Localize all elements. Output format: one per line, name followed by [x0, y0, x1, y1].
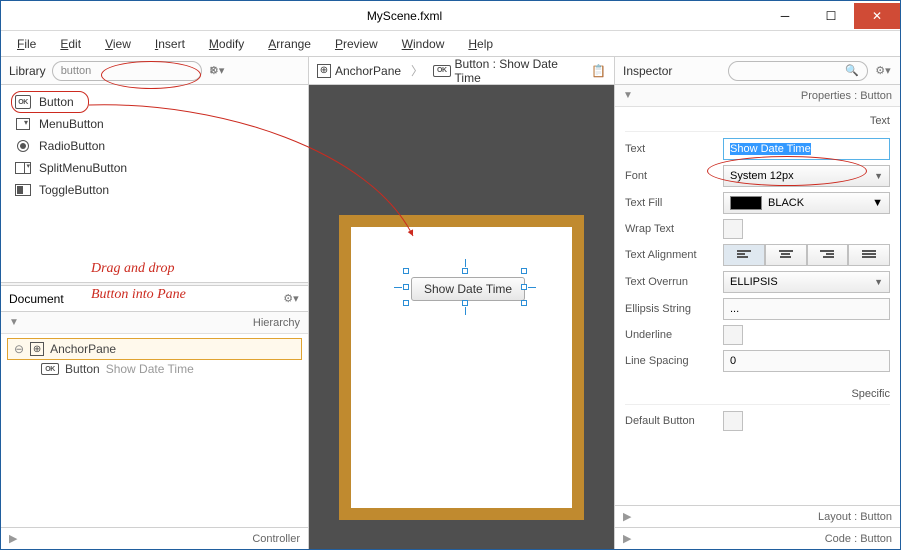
annotation-text-2: Button into Pane [91, 287, 186, 303]
library-item-radiobutton[interactable]: RadioButton [1, 135, 308, 157]
library-menu-button[interactable]: ⚙▾ [208, 62, 226, 80]
defaultbutton-checkbox[interactable] [723, 411, 743, 431]
breadcrumb-separator-icon: 〉 [409, 62, 425, 79]
section-text: Text [625, 111, 890, 132]
window-title: MyScene.fxml [47, 9, 762, 23]
library-search-input[interactable] [61, 65, 203, 77]
breadcrumb-bar: ⊕ AnchorPane 〉 OK Button : Show Date Tim… [309, 57, 614, 85]
library-item-menubutton[interactable]: MenuButton [1, 113, 308, 135]
prop-font: Font System 12px▼ [625, 165, 890, 187]
prop-linespacing: Line Spacing [625, 350, 890, 372]
expand-icon: ▶ [623, 532, 631, 545]
text-input[interactable] [723, 138, 890, 160]
expand-icon: ▶ [9, 532, 17, 545]
inspector-title: Inspector [623, 64, 672, 78]
collapse-icon: ▼ [623, 90, 633, 101]
menu-arrange[interactable]: Arrange [258, 35, 321, 53]
library-search[interactable]: ✕ [52, 61, 202, 81]
linespacing-input[interactable] [723, 350, 890, 372]
wraptext-checkbox[interactable] [723, 219, 743, 239]
layout-section-header[interactable]: ▶ Layout : Button [615, 505, 900, 527]
hierarchy-subheader[interactable]: ▼ Hierarchy [1, 312, 308, 334]
document-title: Document [9, 292, 64, 306]
window-titlebar: MyScene.fxml ─ ☐ ✕ [1, 1, 900, 31]
code-section-header[interactable]: ▶ Code : Button [615, 527, 900, 549]
button-icon: OK [41, 363, 59, 375]
chevron-down-icon: ▼ [872, 197, 883, 209]
window-minimize-button[interactable]: ─ [762, 3, 808, 29]
menubutton-icon [15, 117, 31, 131]
align-justify-button[interactable] [848, 244, 890, 266]
prop-overrun: Text Overrun ELLIPSIS▼ [625, 271, 890, 293]
inspector-header: Inspector 🔍 ⚙▾ [615, 57, 900, 85]
button-icon: OK [15, 95, 31, 109]
menu-edit[interactable]: Edit [50, 35, 91, 53]
anchorpane-canvas[interactable]: Show Date Time [351, 227, 572, 508]
prop-textalign: Text Alignment [625, 244, 890, 266]
color-swatch [730, 196, 762, 210]
prop-ellipsis: Ellipsis String [625, 298, 890, 320]
hierarchy-tree: ⊖ ⊕ AnchorPane OK Button Show Date Time [1, 334, 308, 527]
menu-window[interactable]: Window [392, 35, 455, 53]
properties-section-header[interactable]: ▼ Properties : Button [615, 85, 900, 107]
inspector-menu-button[interactable]: ⚙▾ [874, 62, 892, 80]
chevron-down-icon: ▼ [874, 171, 883, 181]
collapse-icon: ▼ [9, 317, 19, 328]
annotation-text-1: Drag and drop [91, 261, 175, 277]
menu-help[interactable]: Help [458, 35, 503, 53]
breadcrumb-root[interactable]: ⊕ AnchorPane [317, 64, 401, 78]
pane-border: Show Date Time [339, 215, 584, 520]
align-left-button[interactable] [723, 244, 765, 266]
align-center-button[interactable] [765, 244, 807, 266]
library-item-splitmenubutton[interactable]: SplitMenuButton [1, 157, 308, 179]
hierarchy-root[interactable]: ⊖ ⊕ AnchorPane [7, 338, 302, 360]
prop-text: Text [625, 138, 890, 160]
search-icon: 🔍 [845, 64, 859, 77]
splitmenubutton-icon [15, 161, 31, 175]
menu-view[interactable]: View [95, 35, 141, 53]
underline-checkbox[interactable] [723, 325, 743, 345]
design-canvas[interactable]: Show Date Time [309, 85, 614, 549]
chevron-down-icon: ▼ [874, 277, 883, 287]
properties-panel: Text Text Font System 12px▼ Text Fill BL… [615, 107, 900, 505]
prop-textfill: Text Fill BLACK▼ [625, 192, 890, 214]
menu-preview[interactable]: Preview [325, 35, 388, 53]
library-list: OK Button MenuButton RadioButton SplitMe… [1, 85, 308, 282]
document-menu-button[interactable]: ⚙▾ [282, 290, 300, 308]
font-combo[interactable]: System 12px▼ [723, 165, 890, 187]
prop-underline: Underline [625, 325, 890, 345]
align-right-button[interactable] [807, 244, 849, 266]
inspector-search[interactable]: 🔍 [728, 61, 868, 81]
library-item-togglebutton[interactable]: ToggleButton [1, 179, 308, 201]
menu-file[interactable]: File [7, 35, 46, 53]
library-item-button[interactable]: OK Button [1, 91, 308, 113]
textalign-group [723, 244, 890, 266]
section-specific: Specific [625, 384, 890, 405]
textfill-combo[interactable]: BLACK▼ [723, 192, 890, 214]
window-close-button[interactable]: ✕ [854, 3, 900, 29]
menu-insert[interactable]: Insert [145, 35, 195, 53]
clipboard-icon[interactable]: 📋 [591, 64, 606, 78]
placed-button[interactable]: Show Date Time [411, 277, 525, 301]
library-title: Library [9, 64, 46, 78]
prop-wraptext: Wrap Text [625, 219, 890, 239]
anchorpane-icon: ⊕ [30, 342, 44, 356]
window-maximize-button[interactable]: ☐ [808, 3, 854, 29]
menu-modify[interactable]: Modify [199, 35, 254, 53]
library-header: Library ✕ ⚙▾ [1, 57, 308, 85]
hierarchy-child-button[interactable]: OK Button Show Date Time [7, 360, 302, 378]
radiobutton-icon [15, 139, 31, 153]
controller-subheader[interactable]: ▶ Controller [1, 527, 308, 549]
overrun-combo[interactable]: ELLIPSIS▼ [723, 271, 890, 293]
expand-icon: ▶ [623, 510, 631, 523]
breadcrumb-child[interactable]: OK Button : Show Date Time [433, 57, 583, 85]
togglebutton-icon [15, 183, 31, 197]
button-icon: OK [433, 65, 450, 77]
menubar: File Edit View Insert Modify Arrange Pre… [1, 31, 900, 57]
expand-icon[interactable]: ⊖ [14, 342, 24, 356]
anchorpane-icon: ⊕ [317, 64, 331, 78]
ellipsis-input[interactable] [723, 298, 890, 320]
prop-defaultbutton: Default Button [625, 411, 890, 431]
